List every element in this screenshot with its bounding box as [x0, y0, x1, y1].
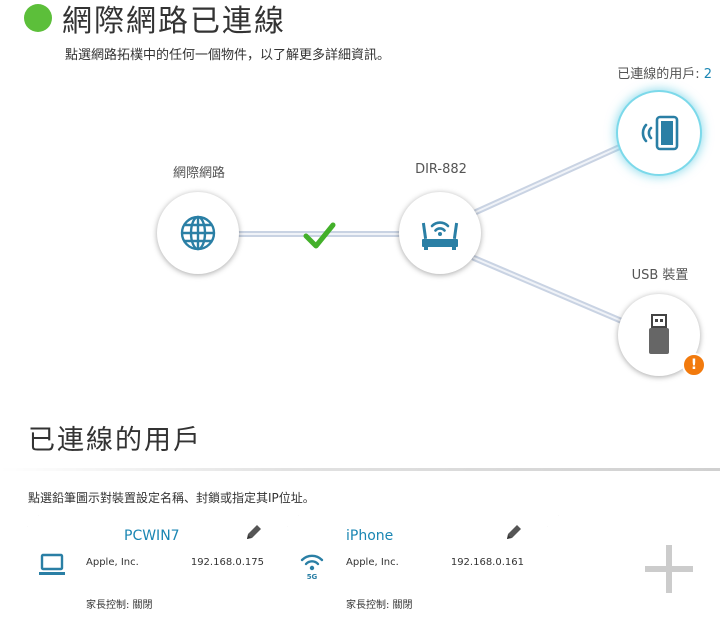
client-name: iPhone [346, 528, 394, 544]
usb-label: USB 裝置 [631, 268, 689, 283]
section-divider [0, 468, 720, 471]
client-name: PCWIN7 [124, 528, 180, 544]
network-topology: 網際網路 DIR-882 已連線的用戶: 2 USB 裝置 ! [0, 0, 720, 400]
router-icon [421, 221, 459, 250]
client-ip: 192.168.0.161 [450, 557, 524, 568]
connected-clients-node[interactable] [618, 92, 700, 174]
globe-icon [180, 215, 216, 251]
topology-links [233, 142, 627, 325]
client-vendor: Apple, Inc. [86, 557, 139, 568]
client-card[interactable]: 5G iPhone Apple, Inc. 192.168.0.161 家長控制… [287, 515, 533, 625]
client-ip: 192.168.0.175 [190, 557, 264, 568]
client-parental-control: 家長控制: 關閉 [86, 600, 153, 611]
router-label: DIR-882 [415, 162, 467, 177]
wireless-device-icon [641, 115, 679, 151]
clients-instruction: 點選鉛筆圖示對裝置設定名稱、封鎖或指定其IP位址。 [28, 491, 315, 505]
client-parental-control: 家長控制: 關閉 [346, 600, 413, 611]
edit-pencil-icon[interactable] [245, 523, 263, 541]
internet-node[interactable] [157, 192, 239, 274]
wifi-5g-icon: 5G [300, 554, 324, 581]
router-node[interactable] [399, 192, 481, 274]
client-card[interactable]: PCWIN7 Apple, Inc. 192.168.0.175 家長控制: 關… [27, 515, 273, 625]
edit-pencil-icon[interactable] [505, 523, 523, 541]
internet-label: 網際網路 [172, 166, 225, 181]
plus-icon [645, 545, 693, 593]
client-vendor: Apple, Inc. [346, 557, 399, 568]
add-client-card[interactable] [547, 515, 720, 625]
usb-drive-icon [649, 314, 669, 354]
connected-clients-label: 已連線的用戶: 2 [617, 67, 712, 82]
svg-text:5G: 5G [307, 573, 318, 581]
usb-alert-badge[interactable]: ! [682, 353, 706, 377]
clients-section-title: 已連線的用戶 [28, 425, 202, 456]
connected-clients-count: 2 [703, 67, 712, 82]
computer-icon [39, 553, 65, 575]
